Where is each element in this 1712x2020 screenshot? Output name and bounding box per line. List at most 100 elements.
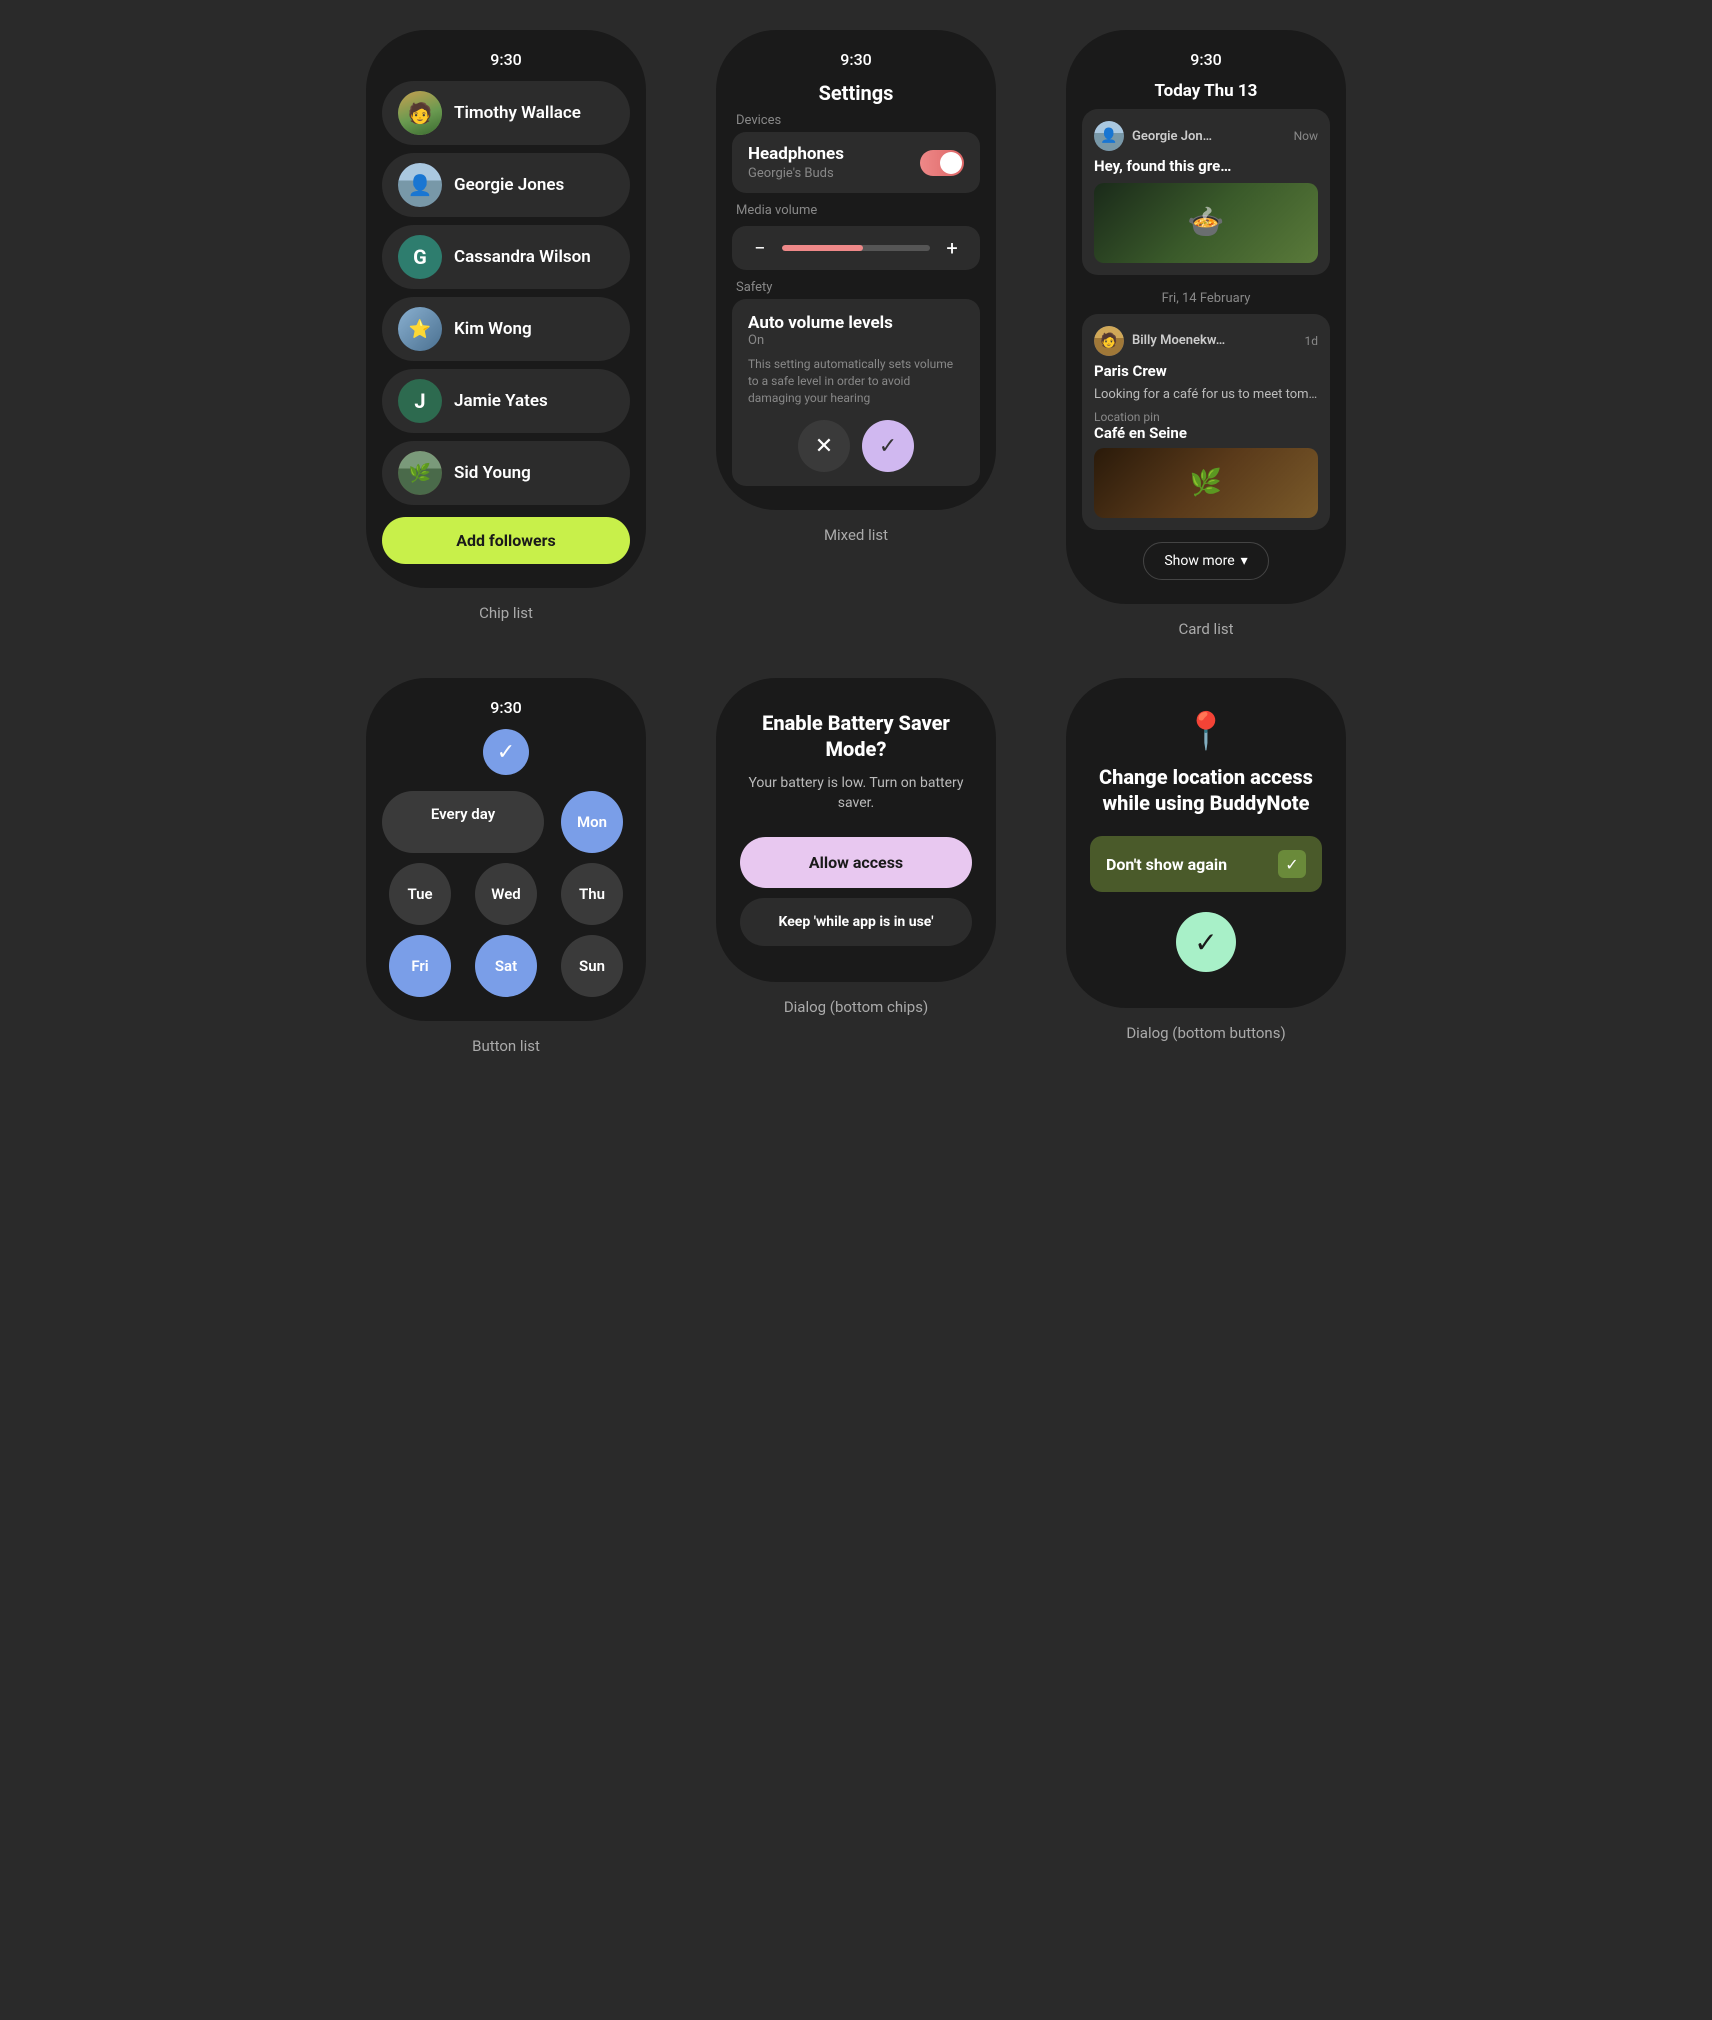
chip-list-cell: 9:30 🧑 Timothy Wallace 👤 Georgie Jones G bbox=[346, 30, 666, 638]
device-sub: Georgie's Buds bbox=[748, 166, 844, 181]
dont-show-row[interactable]: Don't show again ✓ bbox=[1090, 836, 1322, 892]
button-list-label: Button list bbox=[472, 1037, 540, 1055]
card-title-billy: Paris Crew bbox=[1094, 362, 1318, 382]
dialog-chips-title: Enable Battery Saver Mode? bbox=[740, 710, 972, 762]
check-button[interactable]: ✓ bbox=[483, 729, 529, 775]
devices-label: Devices bbox=[732, 113, 781, 128]
dialog-chips-cell: Enable Battery Saver Mode? Your battery … bbox=[696, 678, 1016, 1055]
safety-desc: This setting automatically sets volume t… bbox=[748, 356, 964, 406]
chip-name-georgie: Georgie Jones bbox=[454, 175, 564, 195]
safety-cancel-button[interactable]: ✕ bbox=[798, 420, 850, 472]
volume-plus-button[interactable]: + bbox=[940, 236, 964, 260]
card-item-georgie[interactable]: 👤 Georgie Jon… Now Hey, found this gre… … bbox=[1082, 109, 1330, 275]
day-button-sat[interactable]: Sat bbox=[475, 935, 537, 997]
chip-list-watch: 9:30 🧑 Timothy Wallace 👤 Georgie Jones G bbox=[366, 30, 646, 588]
dialog-buttons-cell: 📍 Change location access while using Bud… bbox=[1046, 678, 1366, 1055]
day-button-thu[interactable]: Thu bbox=[561, 863, 623, 925]
card-list-label: Card list bbox=[1179, 620, 1234, 638]
mixed-list-label: Mixed list bbox=[824, 526, 888, 544]
volume-slider[interactable] bbox=[782, 245, 930, 251]
headphones-row[interactable]: Headphones Georgie's Buds bbox=[732, 132, 980, 193]
card-item-header-georgie: 👤 Georgie Jon… Now bbox=[1094, 121, 1318, 151]
day-button-sun[interactable]: Sun bbox=[561, 935, 623, 997]
card-text-billy: Looking for a café for us to meet tom… bbox=[1094, 387, 1318, 402]
location-pin-icon: 📍 bbox=[1184, 710, 1229, 752]
chip-item-georgie[interactable]: 👤 Georgie Jones bbox=[382, 153, 630, 217]
headphones-toggle[interactable] bbox=[920, 150, 964, 176]
chip-item-cassandra[interactable]: G Cassandra Wilson bbox=[382, 225, 630, 289]
button-list-cell: 9:30 ✓ Every day Mon Tue Wed Thu Fri Sat… bbox=[346, 678, 666, 1055]
device-name: Headphones bbox=[748, 144, 844, 164]
safety-state: On bbox=[748, 333, 893, 348]
safety-actions: ✕ ✓ bbox=[748, 420, 964, 472]
safety-block: Auto volume levels On This setting autom… bbox=[732, 299, 980, 486]
avatar-timothy: 🧑 bbox=[398, 91, 442, 135]
card-item-billy[interactable]: 🧑 Billy Moenekw… 1d Paris Crew Looking f… bbox=[1082, 314, 1330, 531]
confirm-check-icon: ✓ bbox=[1194, 926, 1217, 959]
toggle-knob bbox=[940, 152, 962, 174]
card-sender-georgie: Georgie Jon… bbox=[1132, 129, 1286, 144]
avatar-cassandra: G bbox=[398, 235, 442, 279]
chip-name-jamie: Jamie Yates bbox=[454, 391, 548, 411]
card-list-cell: 9:30 Today Thu 13 👤 Georgie Jon… Now Hey… bbox=[1046, 30, 1366, 638]
chip-name-timothy: Timothy Wallace bbox=[454, 103, 581, 123]
show-more-button[interactable]: Show more ▾ bbox=[1143, 542, 1268, 580]
avatar-georgie: 👤 bbox=[398, 163, 442, 207]
chip-name-cassandra: Cassandra Wilson bbox=[454, 247, 591, 267]
dont-show-label: Don't show again bbox=[1106, 855, 1227, 874]
day-grid: Every day Mon Tue Wed Thu Fri Sat Sun bbox=[382, 791, 630, 997]
safety-name: Auto volume levels bbox=[748, 313, 893, 333]
chip-item-sid[interactable]: 🌿 Sid Young bbox=[382, 441, 630, 505]
main-grid: 9:30 🧑 Timothy Wallace 👤 Georgie Jones G bbox=[346, 30, 1366, 1055]
dialog-buttons-title: Change location access while using Buddy… bbox=[1090, 764, 1322, 816]
avatar-sid: 🌿 bbox=[398, 451, 442, 495]
volume-label: Media volume bbox=[732, 203, 980, 218]
dialog-chips-desc: Your battery is low. Turn on battery sav… bbox=[740, 774, 972, 813]
every-day-button[interactable]: Every day bbox=[382, 791, 544, 853]
dialog-chips-watch: Enable Battery Saver Mode? Your battery … bbox=[716, 678, 996, 982]
safety-confirm-button[interactable]: ✓ bbox=[862, 420, 914, 472]
chip-item-kim[interactable]: ⭐ Kim Wong bbox=[382, 297, 630, 361]
chevron-down-icon: ▾ bbox=[1241, 553, 1248, 569]
confirm-button[interactable]: ✓ bbox=[1176, 912, 1236, 972]
mixed-list-time: 9:30 bbox=[840, 50, 872, 69]
card-list-time: 9:30 bbox=[1190, 50, 1222, 69]
button-list-time: 9:30 bbox=[490, 698, 522, 717]
avatar-kim: ⭐ bbox=[398, 307, 442, 351]
card-time-billy: 1d bbox=[1304, 334, 1318, 348]
dialog-buttons-watch: 📍 Change location access while using Bud… bbox=[1066, 678, 1346, 1008]
card-list-date-today: Today Thu 13 bbox=[1155, 81, 1258, 101]
mixed-list-watch: 9:30 Settings Devices Headphones Georgie… bbox=[716, 30, 996, 510]
allow-access-button[interactable]: Allow access bbox=[740, 837, 972, 888]
day-button-wed[interactable]: Wed bbox=[475, 863, 537, 925]
show-more-label: Show more bbox=[1164, 553, 1234, 569]
chip-item-timothy[interactable]: 🧑 Timothy Wallace bbox=[382, 81, 630, 145]
dialog-buttons-label: Dialog (bottom buttons) bbox=[1126, 1024, 1285, 1042]
card-image-food: 🍲 bbox=[1094, 183, 1318, 263]
chip-name-sid: Sid Young bbox=[454, 463, 531, 483]
location-pin-label: Location pin bbox=[1094, 410, 1318, 424]
day-button-mon[interactable]: Mon bbox=[561, 791, 623, 853]
day-button-fri[interactable]: Fri bbox=[389, 935, 451, 997]
card-item-header-billy: 🧑 Billy Moenekw… 1d bbox=[1094, 326, 1318, 356]
card-avatar-billy: 🧑 bbox=[1094, 326, 1124, 356]
card-sender-billy: Billy Moenekw… bbox=[1132, 333, 1296, 348]
card-text-georgie: Hey, found this gre… bbox=[1094, 157, 1318, 177]
dialog-chips-label: Dialog (bottom chips) bbox=[784, 998, 928, 1016]
chip-item-jamie[interactable]: J Jamie Yates bbox=[382, 369, 630, 433]
card-list-watch: 9:30 Today Thu 13 👤 Georgie Jon… Now Hey… bbox=[1066, 30, 1346, 604]
keep-app-in-use-button[interactable]: Keep 'while app is in use' bbox=[740, 898, 972, 946]
day-button-tue[interactable]: Tue bbox=[389, 863, 451, 925]
button-list-watch: 9:30 ✓ Every day Mon Tue Wed Thu Fri Sat… bbox=[366, 678, 646, 1021]
card-avatar-georgie: 👤 bbox=[1094, 121, 1124, 151]
avatar-jamie: J bbox=[398, 379, 442, 423]
add-followers-button[interactable]: Add followers bbox=[382, 517, 630, 564]
chip-name-kim: Kim Wong bbox=[454, 319, 532, 339]
settings-title: Settings bbox=[819, 81, 894, 105]
dont-show-checkbox[interactable]: ✓ bbox=[1278, 850, 1306, 878]
volume-fill bbox=[782, 245, 863, 251]
card-image-cafe: 🌿 bbox=[1094, 448, 1318, 518]
location-name: Café en Seine bbox=[1094, 424, 1318, 442]
card-time-georgie: Now bbox=[1294, 129, 1318, 143]
volume-minus-button[interactable]: − bbox=[748, 236, 772, 260]
